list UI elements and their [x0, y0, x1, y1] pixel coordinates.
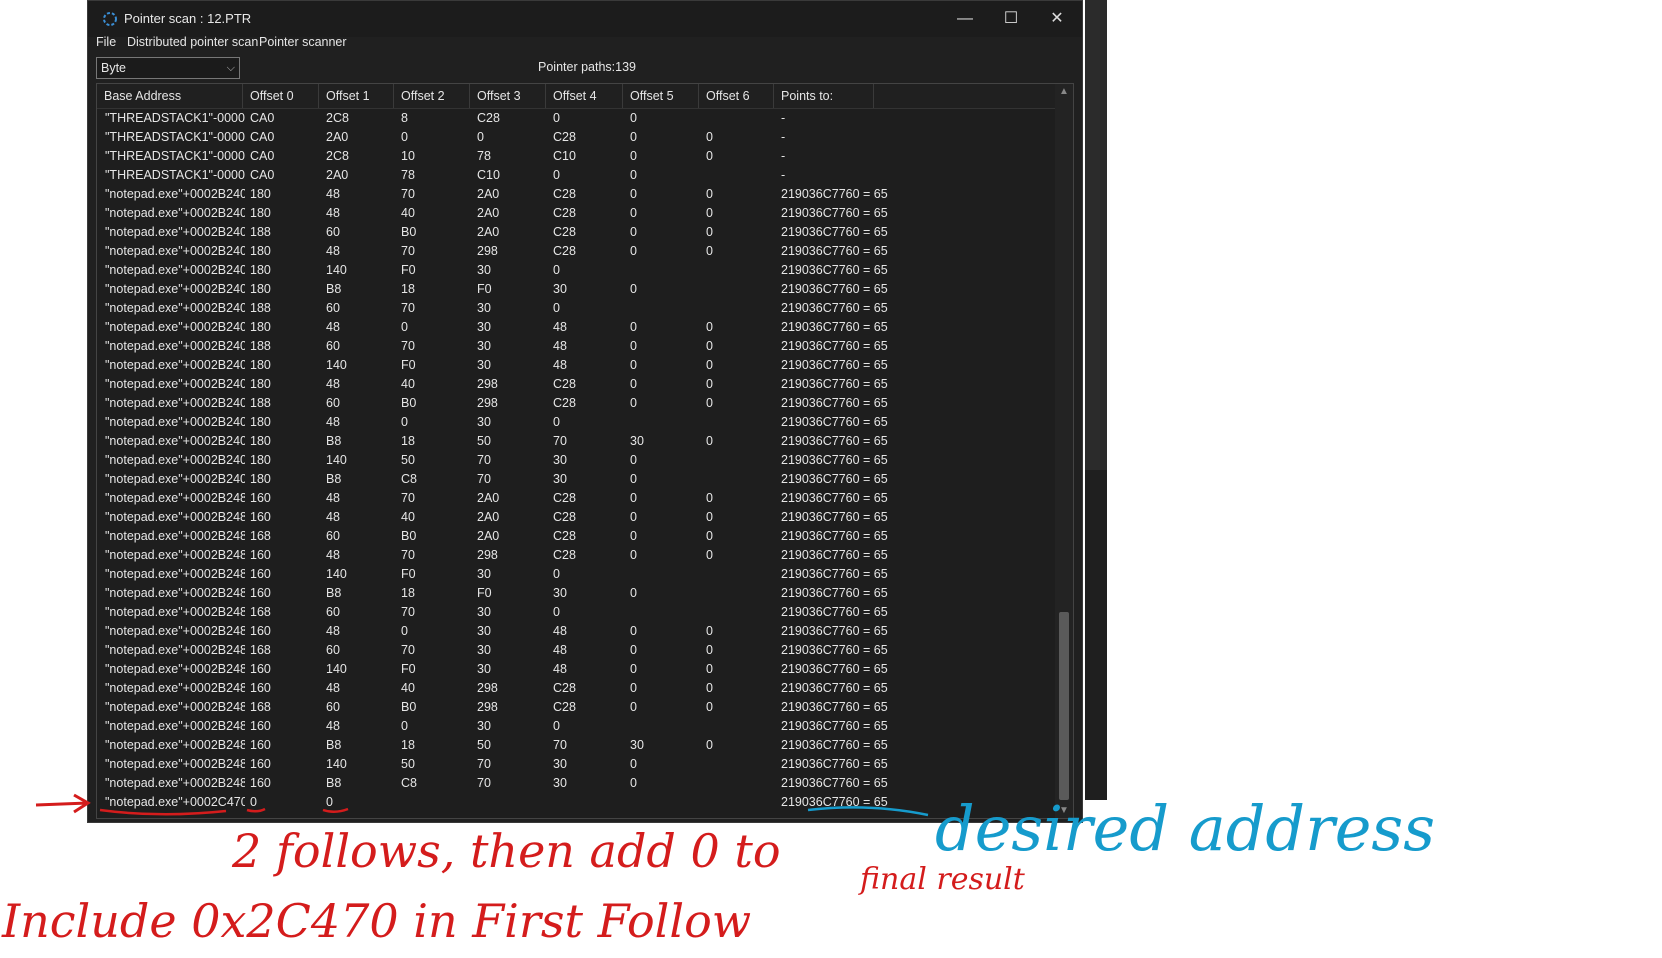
annotation-follows: 2 follows, then add 0 to: [232, 824, 781, 878]
annotation-include: Include 0x2C470 in First Follow: [2, 894, 752, 948]
red-underline-offset0: [246, 807, 266, 813]
blue-underline-points-to: [807, 806, 929, 817]
red-underline-offset1: [322, 807, 349, 813]
annotation-final-result: final result: [860, 862, 1025, 897]
red-arrow: [35, 793, 91, 814]
red-underline-base: [99, 808, 227, 816]
annotation-desired-address: desired address: [935, 792, 1436, 865]
